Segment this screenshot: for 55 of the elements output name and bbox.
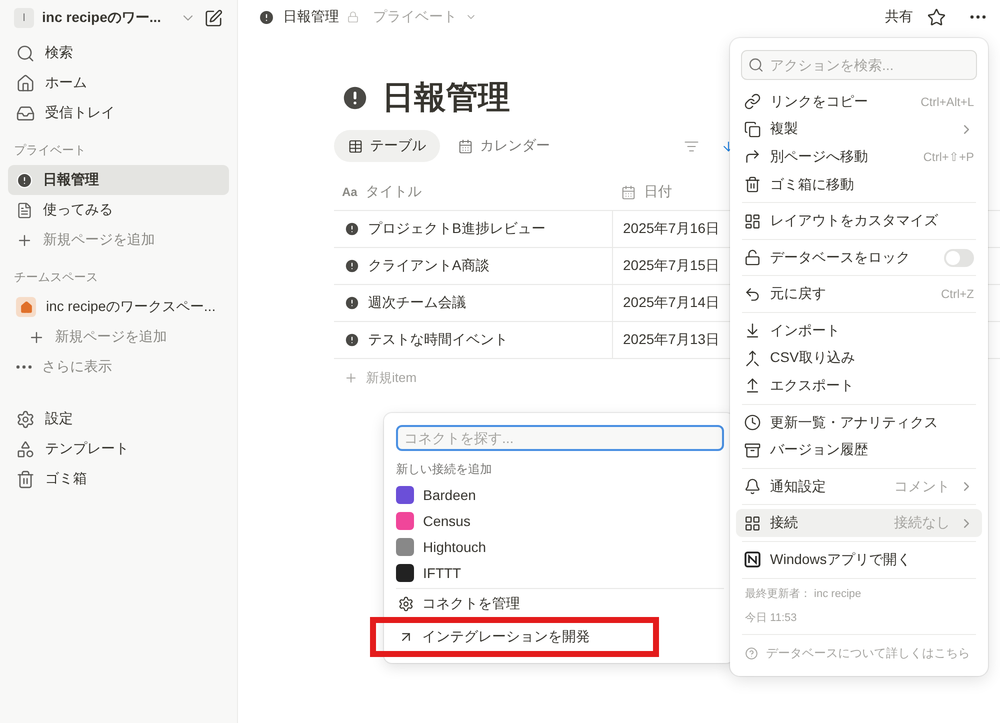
table-cell[interactable]: プロジェクトB進捗レビュー	[368, 220, 546, 238]
edited-time: 今日 11:53	[744, 611, 798, 626]
sidebar-item[interactable]: inc recipeのワークスペー...	[8, 292, 229, 322]
action-search-field[interactable]: アクションを検索...	[741, 50, 977, 80]
table-cell[interactable]: テストな時間イベント	[368, 331, 508, 349]
breadcrumb[interactable]: 日報管理	[283, 8, 339, 26]
table-cell: 2025年7月16日	[623, 220, 720, 238]
sidebar-item[interactable]: 受信トレイ	[8, 98, 229, 128]
sidebar-item[interactable]: 検索	[8, 38, 229, 68]
table-cell: 2025年7月15日	[623, 257, 720, 275]
menu-item[interactable]: Windowsアプリで開く	[736, 546, 982, 574]
sidebar-item[interactable]: ゴミ箱	[8, 464, 229, 494]
menu-item[interactable]: インポート	[736, 316, 982, 345]
workspace-initial: I	[14, 8, 34, 28]
popup-action[interactable]: コネクトを管理	[396, 590, 724, 618]
integration-item[interactable]: Census	[396, 508, 724, 534]
menu-item[interactable]: エクスポート	[736, 372, 982, 400]
table-cell[interactable]: クライアントA商談	[368, 257, 490, 275]
text-type-icon: Aa	[342, 185, 358, 199]
integration-item[interactable]: IFTTT	[396, 560, 724, 586]
section-heading: プライベート	[13, 142, 87, 159]
integration-item[interactable]: Hightouch	[396, 534, 724, 560]
connect-search-field[interactable]: コネクトを探す...	[396, 425, 724, 451]
menu-item[interactable]: 複製	[736, 116, 982, 144]
table-cell: 2025年7月14日	[623, 294, 720, 312]
workspace-name[interactable]: inc recipeのワー...	[42, 9, 172, 27]
column-header: 日付	[644, 183, 672, 201]
column-header: タイトル	[365, 183, 422, 201]
page-title: 日報管理	[382, 78, 510, 117]
share-button[interactable]: 共有	[885, 8, 913, 26]
menu-item[interactable]: レイアウトをカスタマイズ	[736, 207, 982, 235]
table-cell[interactable]: 週次チーム会議	[368, 294, 466, 312]
menu-item[interactable]: 元に戻す Ctrl+Z	[736, 280, 982, 308]
menu-item[interactable]: 更新一覧・アナリティクス	[736, 408, 982, 436]
sidebar-item[interactable]: 設定	[8, 404, 229, 434]
integration-item[interactable]: Bardeen	[396, 482, 724, 508]
popup-action[interactable]: インテグレーションを開発	[370, 617, 659, 657]
section-heading: チームスペース	[13, 269, 99, 286]
sidebar-item[interactable]: 使ってみる	[8, 195, 229, 225]
view-tab[interactable]: カレンダー	[444, 130, 564, 162]
menu-item[interactable]: 通知設定 コメント	[736, 472, 982, 500]
menu-item[interactable]: 接続 接続なし	[736, 509, 982, 537]
menu-item[interactable]: リンクをコピー Ctrl+Alt+L	[736, 88, 982, 116]
menu-item[interactable]: ゴミ箱に移動	[736, 170, 982, 198]
menu-item[interactable]: データベースをロック	[736, 244, 982, 272]
view-tab[interactable]: テーブル	[334, 130, 440, 162]
last-edited-text: 最終更新者： inc recipe	[744, 586, 862, 602]
menu-item[interactable]: CSV取り込み	[736, 344, 982, 372]
menu-item[interactable]: 別ページへ移動 Ctrl+⇧+P	[736, 143, 982, 171]
sidebar-item[interactable]: テンプレート	[8, 434, 229, 464]
sidebar-item[interactable]: 日報管理	[8, 165, 229, 195]
menu-item[interactable]: バージョン履歴	[736, 436, 982, 464]
table-cell: 2025年7月13日	[623, 331, 720, 349]
sidebar-item[interactable]: ホーム	[8, 68, 229, 98]
list-heading: 新しい接続を追加	[396, 460, 493, 478]
